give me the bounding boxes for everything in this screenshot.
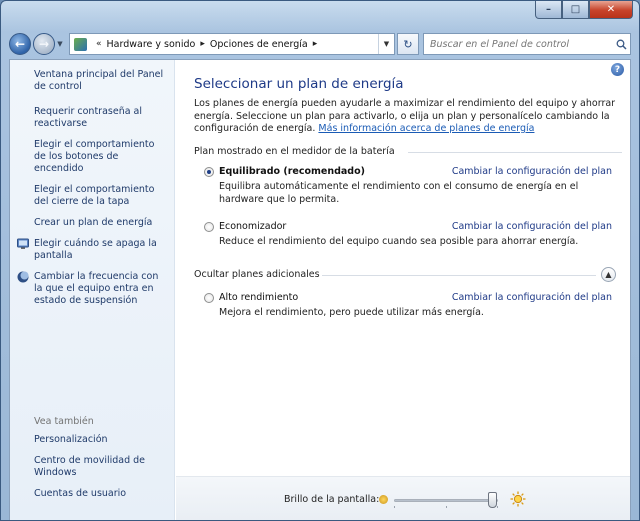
maximize-button[interactable]: □ (562, 1, 589, 19)
see-also-label: Personalización (34, 434, 108, 445)
sidebar: Ventana principal del Panel de control R… (10, 60, 175, 520)
battery-plans-heading: Plan mostrado en el medidor de la baterí… (194, 146, 395, 157)
recent-pages-dropdown[interactable]: ▼ (55, 40, 65, 48)
plan-power-saver-description: Reduce el rendimiento del equipo cuando … (219, 236, 579, 247)
sidebar-item-label: Elegir cuándo se apaga la pantalla (34, 238, 157, 261)
sidebar-item-require-password[interactable]: Requerir contraseña al reactivarse (10, 106, 174, 130)
see-also-heading: Vea también (34, 416, 94, 427)
sidebar-item-label: Crear un plan de energía (34, 217, 153, 228)
section-divider (322, 275, 596, 276)
breadcrumb-hardware[interactable]: Hardware y sonido (107, 39, 196, 50)
plan-power-saver[interactable]: Economizador Cambiar la configuración de… (204, 221, 612, 232)
sidebar-item-label: Cambiar la frecuencia con la que el equi… (34, 271, 159, 306)
forward-button[interactable]: → (33, 33, 55, 55)
moon-icon (17, 271, 29, 283)
control-panel-window: – □ ✕ ← → ▼ « Hardware y sonido ▸ Opcion… (0, 0, 640, 521)
sidebar-item-power-buttons[interactable]: Elegir el comportamiento de los botones … (10, 139, 174, 175)
brightness-bar: Brillo de la pantalla: (176, 476, 630, 520)
slider-tick (497, 506, 498, 508)
sidebar-item-label: Elegir el comportamiento de los botones … (34, 139, 155, 174)
sidebar-item-display-off[interactable]: Elegir cuándo se apaga la pantalla (10, 238, 174, 262)
plan-high-performance-radio[interactable] (204, 292, 214, 303)
plan-power-saver-change-link[interactable]: Cambiar la configuración del plan (452, 221, 612, 232)
learn-more-link[interactable]: Más información acerca de planes de ener… (318, 123, 534, 134)
see-also-personalization[interactable]: Personalización (10, 434, 175, 446)
slider-tick (446, 506, 447, 508)
brightness-slider-track[interactable] (394, 499, 498, 502)
refresh-icon: ↻ (403, 37, 413, 51)
main-content: ? Seleccionar un plan de energía Los pla… (176, 60, 630, 520)
back-button[interactable]: ← (9, 33, 31, 55)
sidebar-item-label: Ventana principal del Panel de control (34, 69, 164, 92)
see-also-user-accounts[interactable]: Cuentas de usuario (10, 488, 175, 500)
sidebar-item-create-plan[interactable]: Crear un plan de energía (10, 217, 174, 229)
sidebar-item-control-panel-home[interactable]: Ventana principal del Panel de control (10, 69, 174, 93)
sidebar-item-label: Requerir contraseña al reactivarse (34, 106, 143, 129)
plan-balanced[interactable]: Equilibrado (recomendado) Cambiar la con… (204, 166, 612, 177)
see-also-list: Personalización Centro de movilidad de W… (10, 434, 175, 509)
control-panel-icon (74, 37, 87, 51)
plan-power-saver-radio[interactable] (204, 221, 214, 232)
client-area: Ventana principal del Panel de control R… (9, 59, 631, 520)
see-also-label: Cuentas de usuario (34, 488, 127, 499)
sidebar-item-sleep[interactable]: Cambiar la frecuencia con la que el equi… (10, 271, 174, 307)
chevron-right-icon[interactable]: ▸ (313, 39, 318, 49)
section-divider (408, 152, 622, 153)
brightness-slider-thumb[interactable] (487, 492, 497, 508)
arrow-left-icon: ← (14, 37, 26, 51)
see-also-mobility-center[interactable]: Centro de movilidad de Windows (10, 455, 175, 479)
arrow-right-icon: → (38, 37, 50, 51)
sidebar-item-lid-close[interactable]: Elegir el comportamiento del cierre de l… (10, 184, 174, 208)
address-dropdown[interactable]: ▼ (378, 34, 394, 54)
collapse-plans-button[interactable]: ▲ (601, 267, 616, 282)
breadcrumb-overflow[interactable]: « (96, 39, 102, 49)
minimize-button[interactable]: – (535, 1, 562, 19)
refresh-button[interactable]: ↻ (397, 33, 419, 55)
address-bar[interactable]: « Hardware y sonido ▸ Opciones de energí… (69, 33, 395, 55)
plan-high-performance-change-link[interactable]: Cambiar la configuración del plan (452, 292, 612, 303)
bright-sun-icon (510, 491, 526, 507)
search-box (423, 33, 631, 55)
plan-high-performance[interactable]: Alto rendimiento Cambiar la configuració… (204, 292, 612, 303)
brightness-slider-fill (395, 500, 492, 501)
monitor-icon (17, 238, 29, 250)
dim-sun-icon (379, 495, 388, 504)
page-title: Seleccionar un plan de energía (194, 76, 404, 92)
see-also-label: Centro de movilidad de Windows (34, 455, 146, 478)
search-icon[interactable] (612, 39, 630, 50)
slider-tick (394, 506, 395, 508)
plan-power-saver-name: Economizador (219, 221, 287, 232)
brightness-label: Brillo de la pantalla: (284, 494, 380, 505)
plan-high-performance-description: Mejora el rendimiento, pero puede utiliz… (219, 307, 484, 318)
close-button[interactable]: ✕ (589, 1, 633, 19)
caption-buttons: – □ ✕ (535, 1, 633, 19)
hide-plans-heading[interactable]: Ocultar planes adicionales (194, 269, 320, 280)
plan-balanced-radio[interactable] (204, 166, 214, 177)
search-input[interactable] (430, 38, 612, 50)
intro-text: Los planes de energía pueden ayudarle a … (194, 98, 624, 136)
navigation-bar: ← → ▼ « Hardware y sonido ▸ Opciones de … (9, 31, 631, 57)
plan-balanced-name: Equilibrado (recomendado) (219, 166, 365, 177)
chevron-up-icon: ▲ (605, 270, 612, 279)
plan-balanced-description: Equilibra automáticamente el rendimiento… (219, 181, 579, 205)
chevron-right-icon[interactable]: ▸ (200, 39, 205, 49)
help-icon[interactable]: ? (611, 63, 624, 76)
breadcrumb-power-options[interactable]: Opciones de energía (210, 39, 308, 50)
plan-high-performance-name: Alto rendimiento (219, 292, 299, 303)
sidebar-item-label: Elegir el comportamiento del cierre de l… (34, 184, 155, 207)
plan-balanced-change-link[interactable]: Cambiar la configuración del plan (452, 166, 612, 177)
